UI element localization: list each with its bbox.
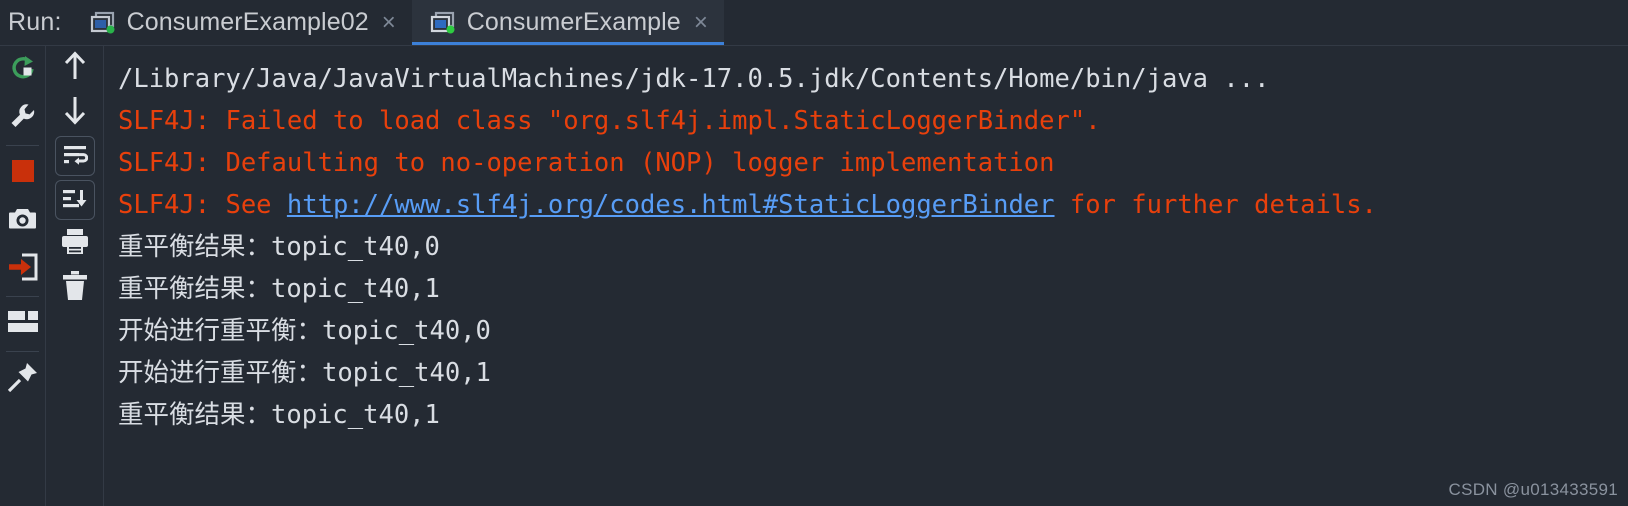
- layout-button[interactable]: [0, 300, 45, 348]
- console-line-prefix: SLF4J: See: [118, 190, 287, 220]
- arrow-down-icon: [61, 95, 89, 130]
- tab-consumerexample02[interactable]: ConsumerExample02 ×: [71, 0, 412, 45]
- up-the-stack-trace-button[interactable]: [46, 46, 103, 90]
- console-line-suffix: for further details.: [1054, 190, 1377, 220]
- console-line: SLF4J: Defaulting to no-operation (NOP) …: [118, 148, 1055, 178]
- console-line: 重平衡结果：topic_t40,0: [118, 232, 440, 262]
- stop-square-icon: [11, 159, 35, 188]
- slf4j-codes-link[interactable]: http://www.slf4j.org/codes.html#StaticLo…: [287, 190, 1055, 220]
- console-actions-toolbar: [46, 46, 104, 506]
- run-configuration-icon: [90, 11, 116, 35]
- console-line: 开始进行重平衡：topic_t40,1: [118, 358, 491, 388]
- wrench-icon: [9, 102, 37, 135]
- exit-arrow-icon: [8, 253, 38, 286]
- toolbar-divider: [5, 145, 40, 146]
- stop-button[interactable]: [0, 149, 45, 197]
- down-the-stack-trace-button[interactable]: [46, 90, 103, 134]
- clear-all-button[interactable]: [46, 266, 103, 310]
- close-icon[interactable]: ×: [382, 10, 396, 35]
- close-icon[interactable]: ×: [694, 10, 708, 35]
- console-line: 开始进行重平衡：topic_t40,0: [118, 316, 491, 346]
- exit-button[interactable]: [0, 245, 45, 293]
- printer-icon: [60, 228, 90, 261]
- tab-label: ConsumerExample: [466, 8, 681, 36]
- scroll-to-end-toggle[interactable]: [46, 178, 103, 222]
- run-label: Run:: [8, 8, 62, 36]
- rerun-icon: [8, 53, 38, 88]
- dump-threads-button[interactable]: [0, 197, 45, 245]
- print-button[interactable]: [46, 222, 103, 266]
- camera-icon: [8, 206, 37, 237]
- console-line: SLF4J: Failed to load class "org.slf4j.i…: [118, 106, 1101, 136]
- tab-consumerexample[interactable]: ConsumerExample ×: [411, 0, 724, 45]
- csdn-watermark: CSDN @u013433591: [1448, 480, 1618, 499]
- run-configuration-icon: [430, 11, 456, 35]
- console-line: /Library/Java/JavaVirtualMachines/jdk-17…: [118, 64, 1270, 94]
- scroll-to-end-icon: [54, 180, 95, 220]
- console-line: SLF4J: See http://www.slf4j.org/codes.ht…: [118, 184, 1628, 226]
- arrow-up-icon: [61, 50, 89, 86]
- pin-tab-button[interactable]: [0, 355, 45, 403]
- rerun-button[interactable]: [0, 46, 45, 94]
- soft-wrap-toggle[interactable]: [46, 134, 103, 178]
- soft-wrap-icon: [54, 136, 95, 176]
- console-line: 重平衡结果：topic_t40,1: [118, 400, 440, 430]
- run-window-body: /Library/Java/JavaVirtualMachines/jdk-17…: [0, 45, 1628, 506]
- run-controls-toolbar: [0, 46, 46, 506]
- run-tool-window: Run: ConsumerExample02 × ConsumerExample…: [0, 0, 1628, 506]
- toolbar-divider: [5, 296, 40, 297]
- run-tab-bar: Run: ConsumerExample02 × ConsumerExample…: [0, 0, 1628, 45]
- edit-configuration-button[interactable]: [0, 94, 45, 142]
- toolbar-divider: [5, 351, 40, 352]
- console-line: 重平衡结果：topic_t40,1: [118, 274, 440, 304]
- pin-icon: [7, 362, 38, 397]
- layout-icon: [7, 310, 38, 338]
- console-output[interactable]: /Library/Java/JavaVirtualMachines/jdk-17…: [104, 46, 1628, 506]
- tab-label: ConsumerExample02: [126, 8, 369, 36]
- trash-icon: [62, 270, 88, 306]
